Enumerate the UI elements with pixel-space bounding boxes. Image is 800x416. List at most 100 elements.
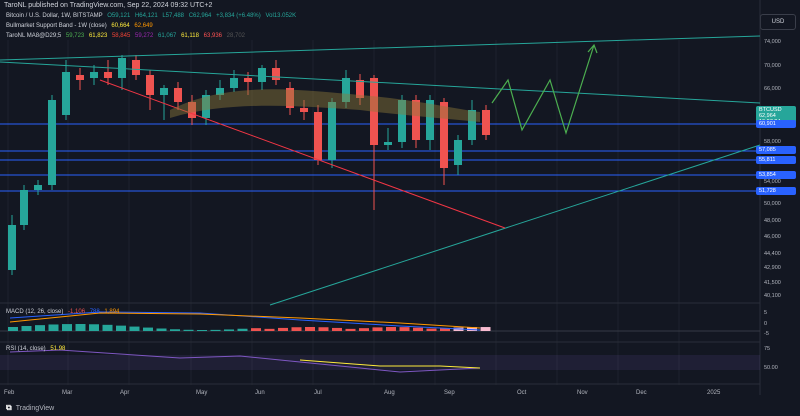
price-axis-label: 44,400 [764,251,781,257]
candle-body [244,78,252,82]
macd-bar [156,328,167,331]
macd-bar [372,327,383,331]
macd-bar [210,329,221,331]
macd-bar [35,325,45,331]
candle-body [272,68,280,80]
macd-legend[interactable]: MACD (12, 26, close) -1,106 788 1,894 [6,309,122,315]
macd-bar [318,327,329,331]
candle-body [300,108,308,112]
macd-bar [21,326,32,331]
macd-bar [183,329,194,331]
candle-body [328,102,336,160]
macd-bar [8,327,18,331]
time-axis-label: Dec [636,390,647,396]
macd-bar [345,328,356,331]
candle-body [174,88,182,102]
candle-body [104,72,112,78]
macd-axis-label: 5 [764,310,768,316]
price-axis-label: 58,000 [764,139,781,145]
time-axis-label: 2025 [707,390,721,396]
macd-bar [143,327,153,331]
chart-canvas[interactable] [0,0,800,416]
candle-body [160,88,168,95]
rsi-axis-label: 75 [764,346,771,352]
price-tag: 53,854 [756,171,796,179]
price-axis-label: 74,000 [764,39,781,45]
macd-bar [305,327,315,331]
rsi-axis-label: 50.00 [764,365,778,371]
macd-bar [75,324,86,331]
price-axis-label: 70,000 [764,63,781,69]
tradingview-brand[interactable]: ⧉ TradingView [6,403,54,413]
macd-axis-label: -5 [764,331,769,337]
macd-value-3: 1,894 [104,309,120,315]
time-axis-label: Apr [120,390,130,396]
macd-value-1: -1,106 [68,309,86,315]
candle-body [132,60,140,75]
candle-body [34,185,42,190]
time-axis-label: Oct [517,390,527,396]
candle-body [230,78,238,88]
price-axis-label: 50,000 [764,201,781,207]
price-axis-label: 42,900 [764,265,781,271]
time-axis-label: Jun [255,390,265,396]
macd-bar [399,327,410,331]
brand-name: TradingView [15,404,55,412]
macd-bar [89,324,99,331]
candle-body [146,75,154,95]
macd-bar [116,325,126,331]
candle-body [454,140,462,165]
macd-axis-label: 0 [764,321,768,327]
price-tag: 51,728 [756,187,796,195]
price-tag: 60,901 [756,120,796,128]
rsi-value: 51.98 [50,346,66,352]
time-axis-label: Aug [384,390,395,396]
macd-bar [359,328,369,331]
candle-body [62,72,70,115]
price-axis-label: 48,000 [764,218,781,224]
macd-bar [251,328,261,331]
time-axis-label: May [196,390,208,396]
price-axis-label: 40,100 [764,293,781,299]
rsi-legend[interactable]: RSI (14, close) 51.98 [6,346,68,352]
macd-bar [386,327,396,331]
candle-body [384,142,392,145]
macd-bar [413,327,423,331]
price-axis-label: 46,000 [764,234,781,240]
candle-body [20,190,28,225]
macd-bar [224,329,234,331]
upper-trendline [0,35,761,61]
candle-body [258,68,266,82]
time-axis-label: Sep [444,390,455,396]
macd-bar [291,327,302,331]
candle-body [48,100,56,185]
macd-bar [197,329,207,331]
macd-bar [237,328,248,331]
price-tag: 57,085 [756,146,796,154]
candle-body [314,112,322,160]
macd-label: MACD (12, 26, close) [6,309,64,315]
price-axis-label: 41,500 [764,280,781,286]
time-axis-label: Feb [4,390,15,396]
price-axis-label: 66,000 [764,86,781,92]
candle-body [76,75,84,80]
macd-bar [332,327,342,331]
macd-bar [62,324,72,331]
descending-trendline [0,61,761,104]
macd-bar [102,324,113,331]
time-axis-label: Mar [62,390,73,396]
macd-bar [48,324,59,331]
rsi-band [0,355,760,370]
macd-value-2: 788 [89,309,100,315]
price-axis-label: 54,000 [764,179,781,185]
macd-bar [480,327,491,331]
price-tag: 55,811 [756,156,796,164]
time-axis-label: Nov [577,390,588,396]
macd-bar [264,328,275,331]
rsi-label: RSI (14, close) [6,346,46,352]
candle-body [8,225,16,270]
candle-body [482,110,490,135]
candle-body [90,72,98,78]
time-axis-label: Jul [314,390,322,396]
macd-bar [426,328,437,331]
